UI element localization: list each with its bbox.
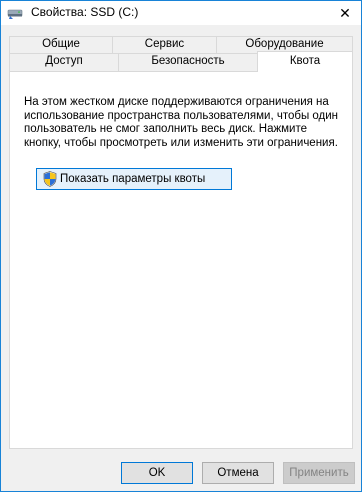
apply-button[interactable]: Применить xyxy=(283,462,355,484)
show-quota-settings-button[interactable]: Показать параметры квоты xyxy=(36,168,232,190)
drive-icon xyxy=(7,9,23,19)
tab-label: Сервис xyxy=(144,38,185,50)
close-button[interactable]: ✕ xyxy=(329,1,361,25)
title-bar[interactable]: Свойства: SSD (C:) ✕ xyxy=(1,1,361,25)
tab-security[interactable]: Безопасность xyxy=(118,53,258,71)
tab-general[interactable]: Общие xyxy=(9,36,113,53)
tab-label: Безопасность xyxy=(151,55,225,67)
tab-label: Оборудование xyxy=(245,38,324,50)
cancel-button[interactable]: Отмена xyxy=(202,462,274,484)
tab-label: Общие xyxy=(42,38,80,50)
show-quota-settings-label: Показать параметры квоты xyxy=(60,173,206,185)
window-title: Свойства: SSD (C:) xyxy=(31,5,139,19)
tab-quota[interactable]: Квота xyxy=(257,51,353,72)
properties-window: Свойства: SSD (C:) ✕ Общие Сервис Оборуд… xyxy=(0,0,362,492)
tab-service[interactable]: Сервис xyxy=(112,36,217,53)
tab-label: Доступ xyxy=(45,55,83,67)
quota-description: На этом жестком диске поддерживаются огр… xyxy=(24,96,339,149)
ok-button[interactable]: OK xyxy=(121,462,193,484)
close-icon: ✕ xyxy=(339,4,351,21)
quota-tab-panel: На этом жестком диске поддерживаются огр… xyxy=(9,71,353,449)
tab-sharing[interactable]: Доступ xyxy=(9,53,119,71)
uac-shield-icon xyxy=(43,171,57,187)
tab-label: Квота xyxy=(289,55,321,67)
